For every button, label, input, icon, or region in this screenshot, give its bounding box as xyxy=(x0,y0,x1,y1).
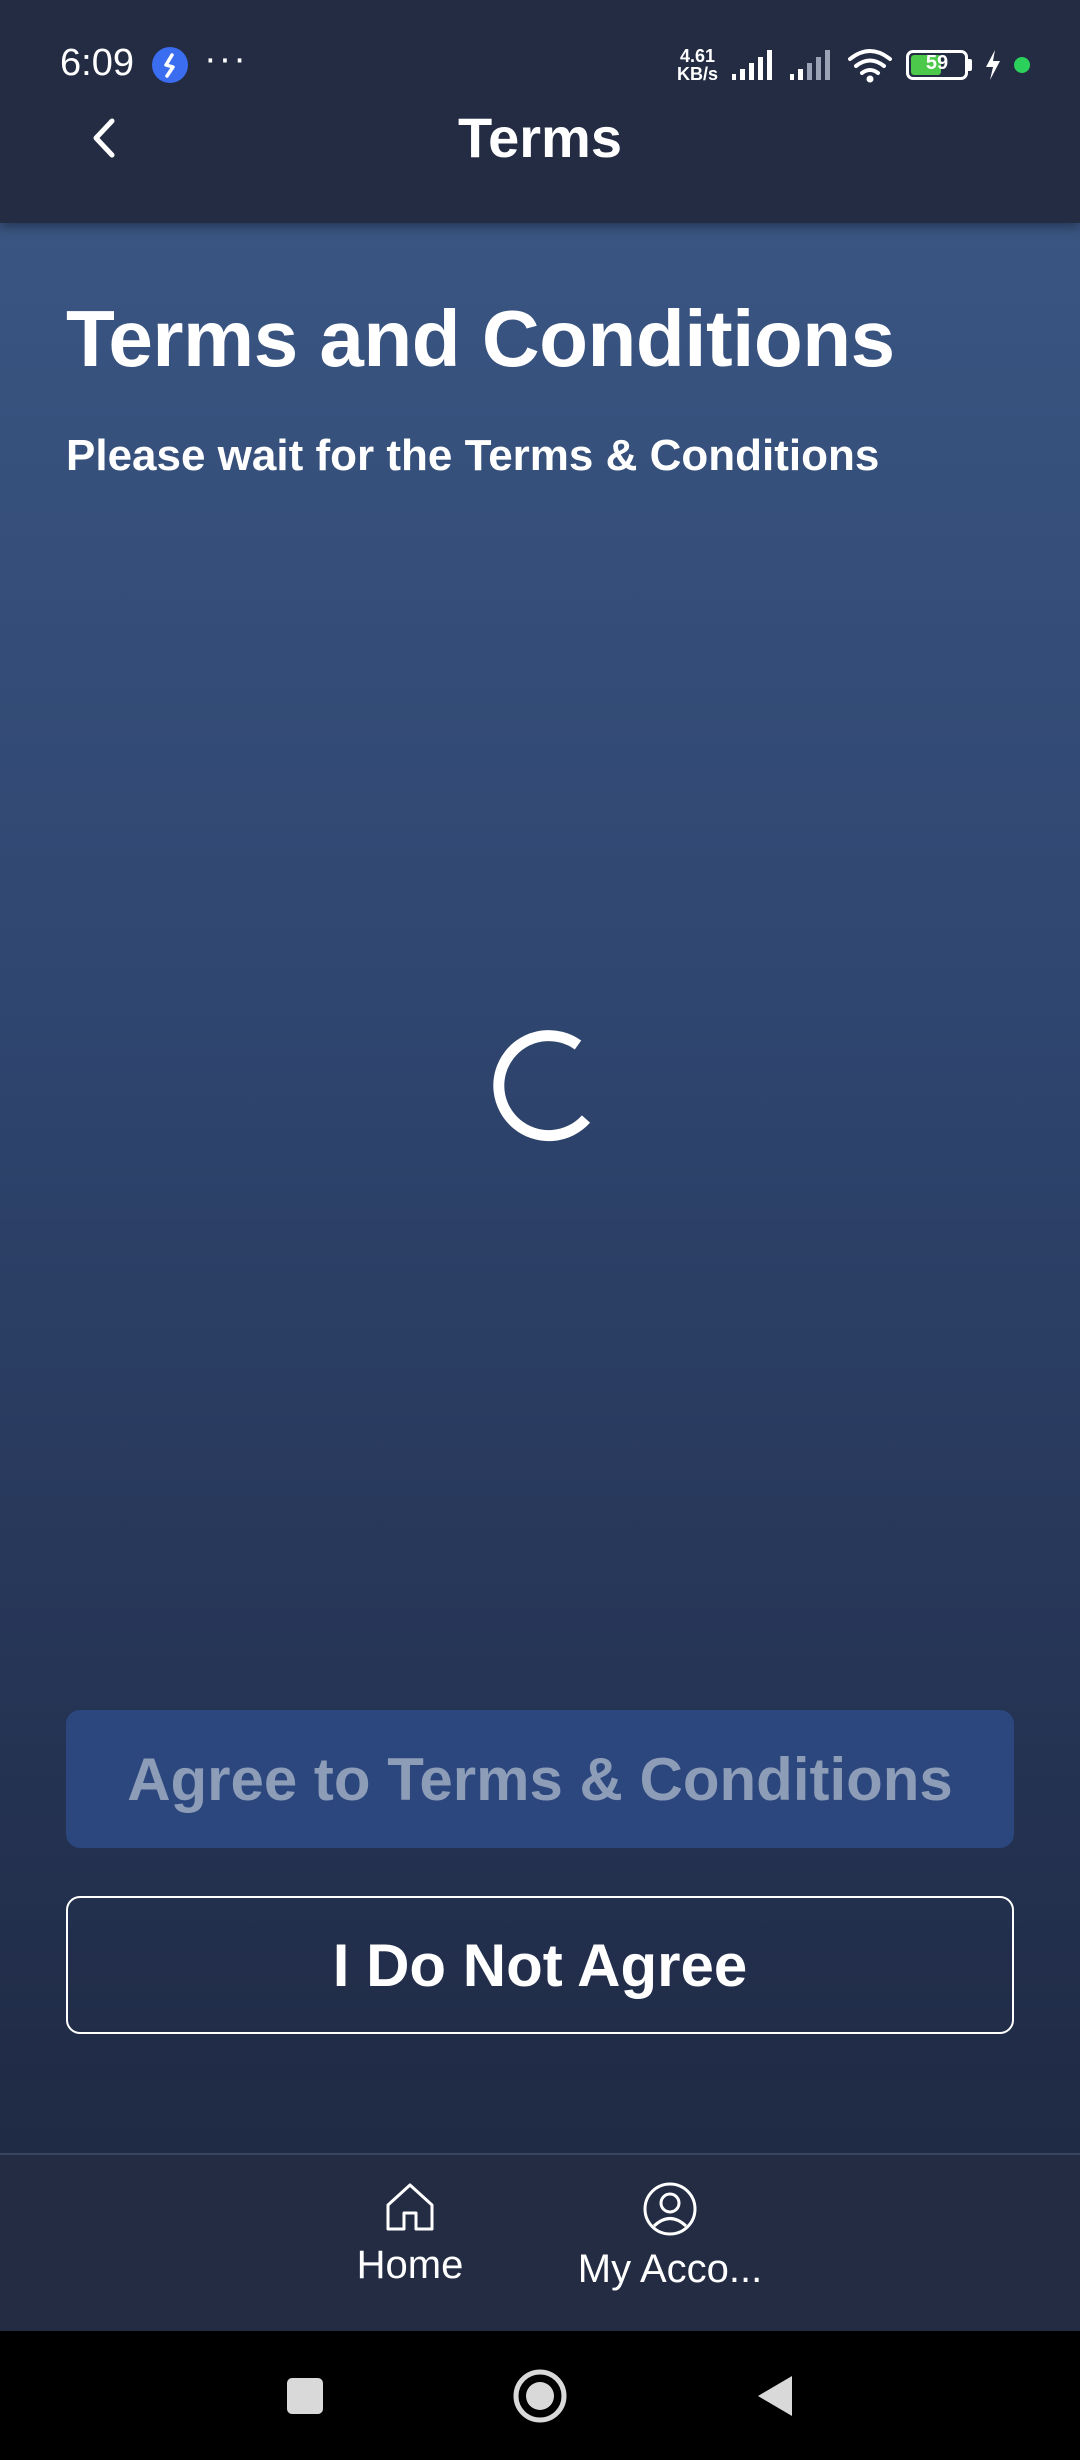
tab-home-label: Home xyxy=(356,2243,464,2287)
system-home-button[interactable] xyxy=(505,2361,575,2431)
system-back-button[interactable] xyxy=(740,2361,810,2431)
tab-my-account-label: My Acco... xyxy=(577,2247,763,2291)
header-title: Terms xyxy=(458,106,622,169)
disagree-button[interactable]: I Do Not Agree xyxy=(66,1896,1014,2034)
circle-icon xyxy=(513,2369,567,2423)
page-title: Terms and Conditions xyxy=(66,294,895,383)
battery-icon: 59 xyxy=(906,50,968,80)
status-icons: 4.61 KB/s 59 xyxy=(677,40,1030,90)
more-notifications-indicator: ··· xyxy=(204,38,248,80)
agree-button[interactable]: Agree to Terms & Conditions xyxy=(66,1710,1014,1848)
wifi-icon xyxy=(848,49,892,83)
home-icon xyxy=(386,2183,434,2231)
system-navigation-bar xyxy=(0,2331,1080,2460)
tab-my-account[interactable]: My Acco... xyxy=(560,2181,780,2292)
status-time: 6:09 xyxy=(60,42,134,84)
user-circle-icon xyxy=(643,2182,697,2236)
spinner-icon xyxy=(493,1030,590,1142)
square-icon xyxy=(287,2378,323,2414)
network-speed: 4.61 KB/s xyxy=(677,47,718,83)
battery-level: 59 xyxy=(925,52,949,74)
bottom-tab-bar: Home My Acco... xyxy=(0,2153,1080,2331)
page-subtitle: Please wait for the Terms & Conditions xyxy=(66,431,880,480)
main-content: Terms and Conditions Please wait for the… xyxy=(0,223,1080,2153)
network-speed-value: 4.61 xyxy=(679,46,716,66)
privacy-dot-icon xyxy=(1014,57,1030,73)
triangle-back-icon xyxy=(758,2376,792,2416)
status-bar: 6:09 ··· 4.61 KB/s 59 xyxy=(0,30,1080,100)
signal-icon xyxy=(732,50,772,80)
tab-home[interactable]: Home xyxy=(300,2181,520,2288)
signal-icon xyxy=(790,50,830,80)
network-speed-unit: KB/s xyxy=(676,64,718,84)
app-notification-icon xyxy=(152,47,188,83)
recents-button[interactable] xyxy=(270,2361,340,2431)
app-header: 6:09 ··· 4.61 KB/s 59 Terms xyxy=(0,0,1080,223)
terms-screen: 6:09 ··· 4.61 KB/s 59 Terms Terms and Co… xyxy=(0,0,1080,2460)
charging-icon xyxy=(986,50,1000,80)
battery-cap xyxy=(968,59,972,71)
